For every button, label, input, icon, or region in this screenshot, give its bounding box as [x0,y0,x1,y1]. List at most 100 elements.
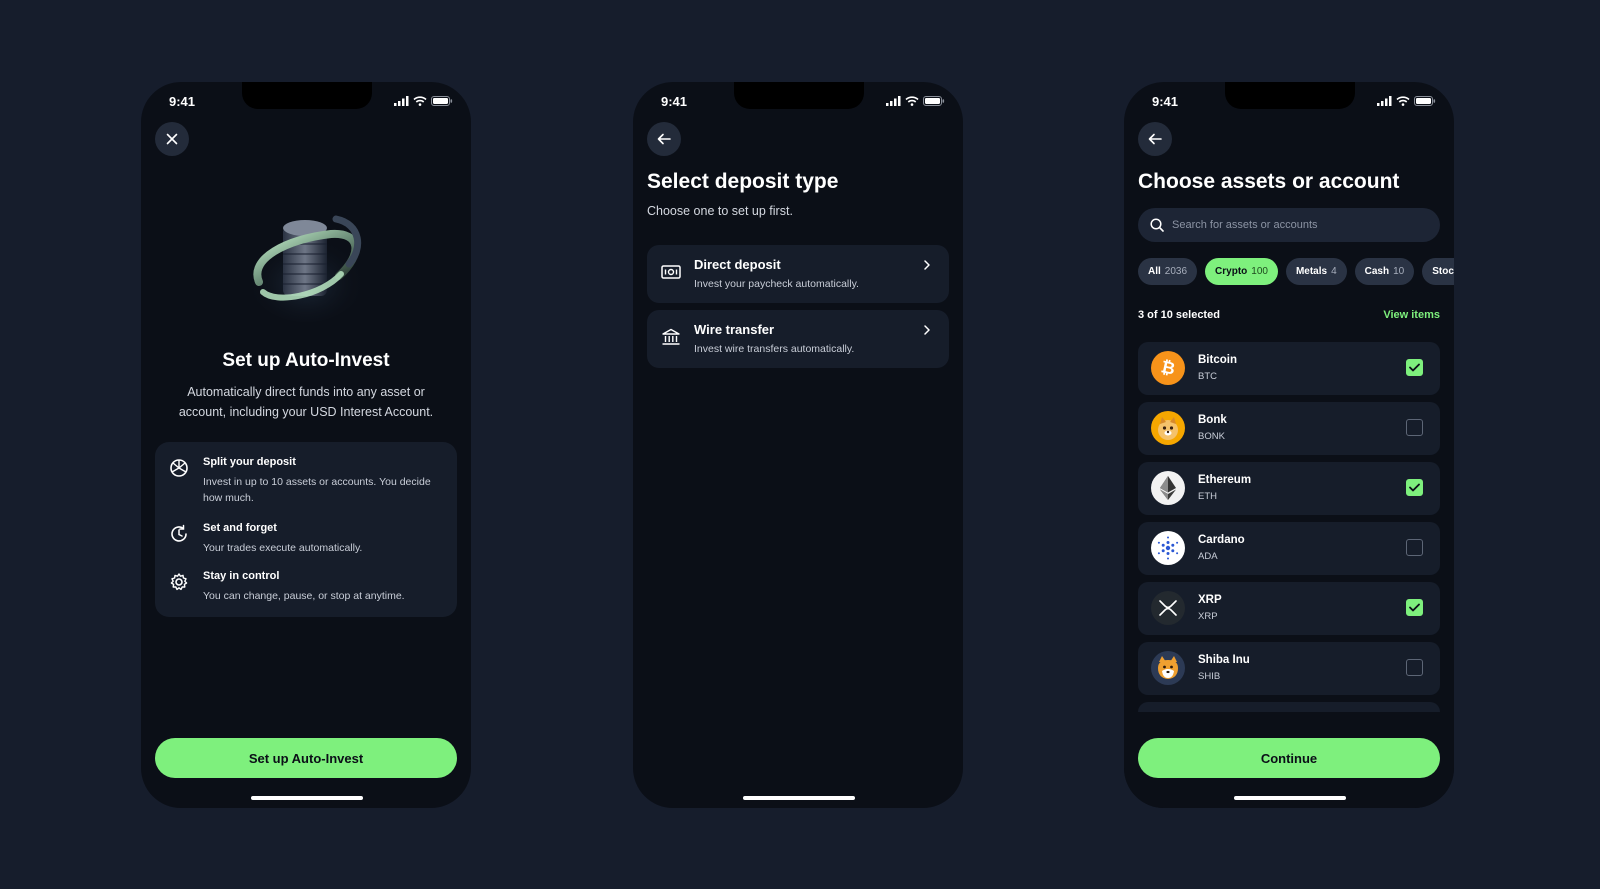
asset-checkbox[interactable] [1406,539,1423,556]
asset-name: Shiba Inu [1198,654,1250,666]
asset-checkbox[interactable] [1406,479,1423,496]
gear-icon [170,573,188,591]
page-subtitle: Automatically direct funds into any asse… [178,385,434,419]
chip-label: All [1148,266,1161,277]
chip-all[interactable]: All 2036 [1138,258,1198,285]
page-subtitle: Choose one to set up first. [647,204,793,218]
home-indicator[interactable] [743,796,855,800]
wifi-icon [905,96,919,106]
battery-icon [923,96,945,106]
status-icons [394,96,453,106]
search-bar[interactable] [1138,208,1440,242]
xrp-icon [1151,591,1185,625]
page-title: Choose assets or account [1138,170,1400,193]
back-arrow-icon [657,133,671,145]
close-icon [166,133,178,145]
home-indicator[interactable] [1234,796,1346,800]
feature-description: Your trades execute automatically. [203,542,363,554]
feature-item: Stay in control You can change, pause, o… [169,570,445,604]
chip-cash[interactable]: Cash 10 [1354,258,1415,285]
back-button[interactable] [647,122,681,156]
home-indicator[interactable] [251,796,363,800]
feature-title: Split your deposit [203,456,296,468]
asset-row-xrp[interactable]: XRP XRP [1138,582,1440,635]
chip-count: 100 [1251,266,1268,277]
option-title: Direct deposit [694,257,781,272]
notch [242,82,372,109]
close-button[interactable] [155,122,189,156]
chip-stocks[interactable]: Stocks [1422,258,1454,285]
signal-icon [886,96,901,106]
wifi-icon [1396,96,1410,106]
asset-symbol: BTC [1198,371,1217,382]
option-wire-transfer[interactable]: Wire transfer Invest wire transfers auto… [647,310,949,368]
chip-count: 2036 [1164,266,1188,277]
split-icon [170,459,188,477]
clock-refresh-icon [171,524,187,542]
chip-metals[interactable]: Metals 4 [1285,258,1347,285]
option-title: Wire transfer [694,322,775,337]
feature-item: Split your deposit Invest in up to 10 as… [169,456,445,506]
option-description: Invest wire transfers automatically. [694,343,855,355]
checkmark-icon [1409,363,1420,372]
view-items-link[interactable]: View items [1383,309,1440,321]
asset-symbol: BONK [1198,431,1225,442]
chip-label: Crypto [1215,266,1248,277]
asset-symbol: ADA [1198,551,1218,562]
asset-checkbox[interactable] [1406,359,1423,376]
battery-icon [1414,96,1436,106]
chip-label: Metals [1295,266,1328,277]
asset-checkbox[interactable] [1406,599,1423,616]
notch [1225,82,1355,109]
asset-checkbox[interactable] [1406,419,1423,436]
svg-text:₿: ₿ [1159,358,1177,378]
feature-title: Set and forget [203,522,277,534]
selected-count: 3 of 10 selected [1138,309,1220,321]
page-title: Select deposit type [647,170,839,193]
continue-button[interactable]: Continue [1138,738,1440,778]
coin-stack-illustration [246,215,366,322]
asset-checkbox[interactable] [1406,659,1423,676]
asset-symbol: XRP [1198,611,1218,622]
chip-count: 4 [1331,266,1337,277]
search-icon [1150,218,1164,232]
asset-row-cardano[interactable]: Cardano ADA [1138,522,1440,575]
bank-icon [662,328,680,345]
asset-symbol: ETH [1198,491,1217,502]
checkmark-icon [1409,603,1420,612]
selection-row: 3 of 10 selected View items [1138,309,1440,321]
bonk-icon [1151,411,1185,445]
page-title: Set up Auto-Invest [222,350,390,371]
option-direct-deposit[interactable]: Direct deposit Invest your paycheck auto… [647,245,949,303]
feature-description: You can change, pause, or stop at anytim… [203,590,405,602]
feature-title: Stay in control [203,570,280,582]
asset-name: Bitcoin [1198,354,1237,366]
phone-screen-choose-assets: 9:41 Choose assets or account All2036 Cr… [1124,82,1454,808]
notch [734,82,864,109]
chip-count: 10 [1393,266,1405,277]
status-time: 9:41 [661,94,688,109]
feature-description: Invest in up to 10 assets or accounts. Y… [203,476,431,504]
chip-crypto[interactable]: Crypto 100 [1205,258,1278,285]
bitcoin-icon: ₿ [1151,351,1185,385]
shiba-icon [1151,651,1185,685]
signal-icon [1377,96,1392,106]
asset-row-bitcoin[interactable]: ₿ Bitcoin BTC [1138,342,1440,395]
phone-screen-deposit-type: 9:41 Select deposit type Choose one to s… [633,82,963,808]
back-arrow-icon [1148,133,1162,145]
asset-row-ethereum[interactable]: Ethereum ETH [1138,462,1440,515]
signal-icon [394,96,409,106]
battery-icon [431,96,453,106]
asset-row-shiba-inu[interactable]: Shiba Inu SHIB [1138,642,1440,695]
features-card: Split your deposit Invest in up to 10 as… [155,442,457,617]
back-button[interactable] [1138,122,1172,156]
chip-label: Cash [1364,266,1390,277]
asset-row-bonk[interactable]: Bonk BONK [1138,402,1440,455]
setup-auto-invest-button[interactable]: Set up Auto-Invest [155,738,457,778]
ethereum-icon [1151,471,1185,505]
asset-name: Bonk [1198,414,1227,426]
asset-name: Ethereum [1198,474,1252,486]
status-icons [886,96,945,106]
search-input[interactable] [1172,219,1412,231]
asset-name: Cardano [1198,534,1245,546]
